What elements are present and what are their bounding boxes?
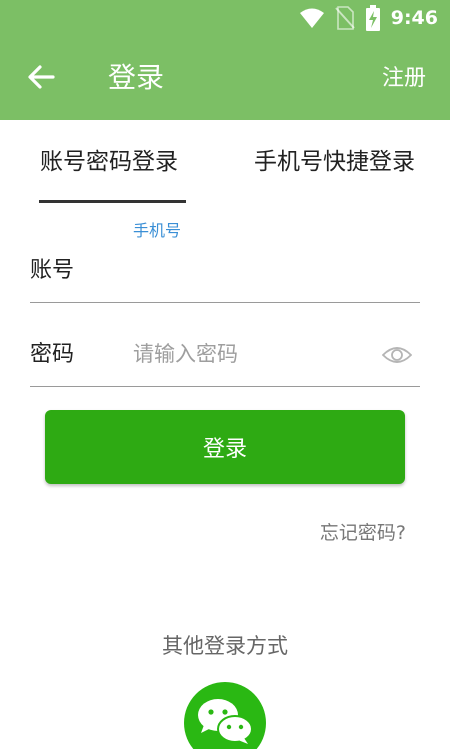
login-tabs: 账号密码登录 手机号快捷登录 [0,120,450,204]
login-button[interactable]: 登录 [45,410,405,484]
wechat-login-button[interactable] [184,682,266,749]
tab-phone-quick[interactable]: 手机号快捷登录 [254,144,415,180]
app-header: 9:46 登录 注册 [0,0,450,120]
password-divider [30,386,420,387]
page-title: 登录 [108,61,165,94]
account-divider [30,302,420,303]
wifi-icon [299,8,324,28]
account-input[interactable] [133,250,373,290]
no-sim-icon [334,6,355,30]
eye-icon[interactable] [382,343,412,367]
account-field-hint: 手机号 [133,221,182,240]
status-icons: 9:46 [299,5,438,31]
forgot-password-link[interactable]: 忘记密码? [320,518,406,545]
active-tab-indicator [39,200,186,203]
tab-account-password[interactable]: 账号密码登录 [40,144,178,180]
status-time: 9:46 [390,7,438,29]
arrow-left-icon[interactable] [26,62,56,92]
account-label: 账号 [30,258,75,283]
wechat-icon [198,699,253,744]
register-button[interactable]: 注册 [382,62,426,96]
other-login-title: 其他登录方式 [162,634,288,658]
password-input[interactable] [133,334,373,374]
password-label: 密码 [30,342,75,367]
battery-charging-icon [365,5,380,31]
status-bar: 9:46 [0,0,450,36]
